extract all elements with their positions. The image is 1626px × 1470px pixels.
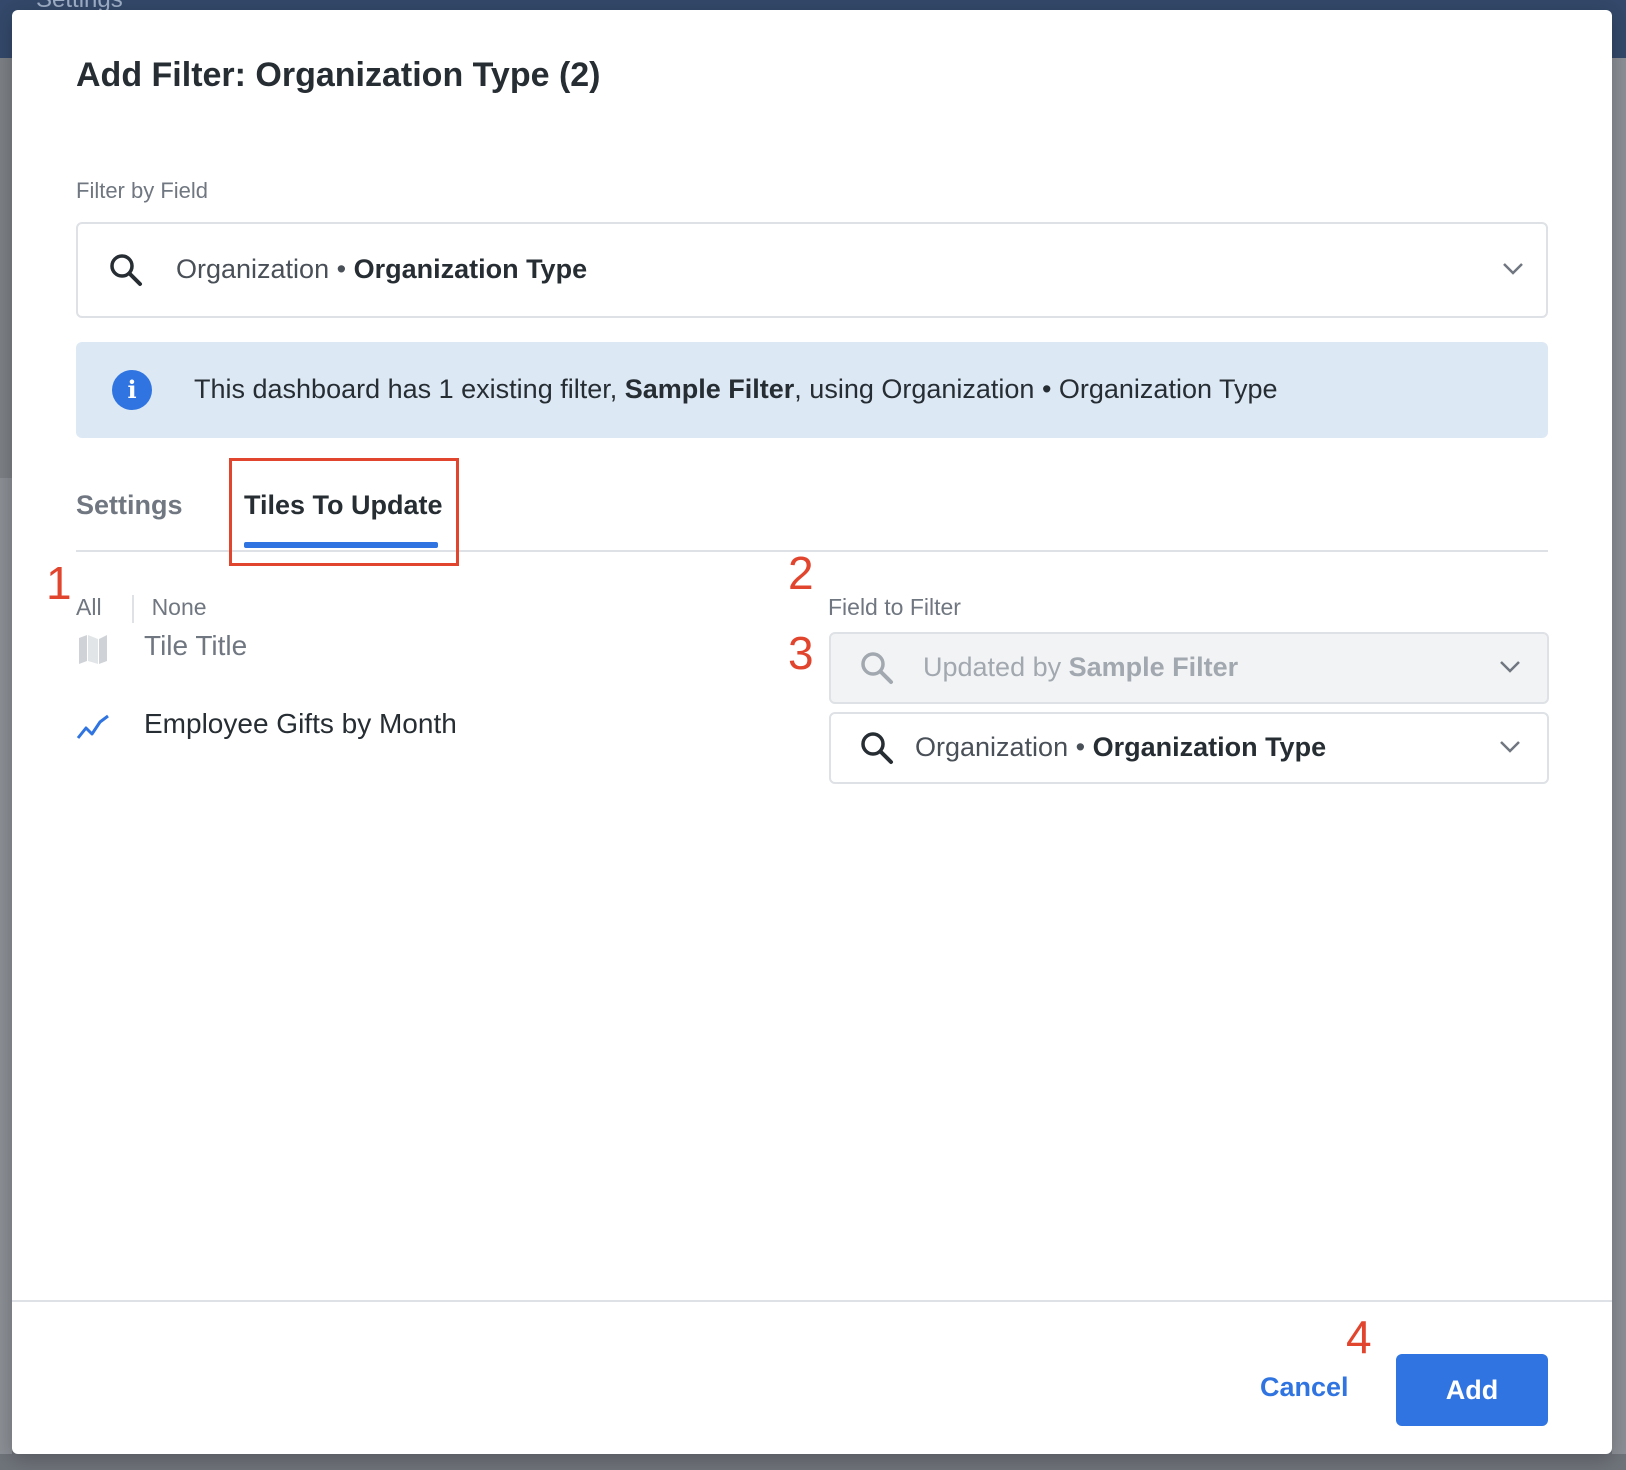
field-prefix: Organization	[915, 732, 1069, 762]
field-separator: •	[329, 254, 354, 284]
annotation-1: 1	[46, 557, 72, 609]
tab-highlight-annotation	[229, 458, 459, 566]
background-right-edge	[1612, 58, 1626, 1470]
background-left-strip	[0, 58, 12, 478]
tile-row[interactable]: Tile Title	[76, 630, 676, 670]
select-all-link[interactable]: All	[76, 594, 102, 620]
field-prefix: Organization	[176, 254, 330, 284]
select-none-link[interactable]: None	[152, 594, 207, 620]
modal-footer: 4 Cancel Add	[12, 1300, 1612, 1454]
modal-title: Add Filter: Organization Type (2)	[76, 56, 601, 94]
filter-by-field-select[interactable]: Organization • Organization Type	[76, 222, 1548, 318]
chevron-down-icon	[1502, 262, 1524, 281]
field-name: Organization Type	[353, 254, 588, 284]
tile-field-value: Updated by Sample Filter	[923, 652, 1238, 683]
search-icon	[859, 730, 895, 771]
chevron-down-icon	[1499, 740, 1521, 759]
annotation-3: 3	[788, 627, 814, 679]
filter-by-field-value: Organization • Organization Type	[176, 254, 587, 285]
annotation-4: 4	[1346, 1311, 1372, 1363]
cancel-button[interactable]: Cancel	[1260, 1372, 1349, 1403]
info-icon: i	[112, 370, 152, 410]
info-filter-name: Sample Filter	[624, 374, 795, 404]
background-bottom-edge	[0, 1454, 1626, 1470]
link-divider	[131, 594, 134, 623]
field-prefix: Updated by	[923, 652, 1069, 682]
annotation-2: 2	[788, 547, 814, 599]
field-name: Sample Filter	[1068, 652, 1239, 682]
tile-row[interactable]: Employee Gifts by Month	[76, 708, 676, 748]
map-icon	[76, 632, 110, 673]
search-icon	[859, 650, 895, 691]
chevron-down-icon	[1499, 660, 1521, 679]
add-filter-modal: Add Filter: Organization Type (2) Filter…	[12, 10, 1612, 1454]
field-name: Organization Type	[1092, 732, 1327, 762]
filter-by-field-label: Filter by Field	[76, 178, 209, 203]
field-separator: •	[1068, 732, 1093, 762]
tile-title: Employee Gifts by Month	[144, 708, 457, 739]
info-text-before: This dashboard has 1 existing filter,	[194, 374, 625, 404]
tile-select-links: All None	[76, 594, 207, 623]
tile-field-select[interactable]: Organization • Organization Type	[829, 712, 1549, 784]
info-text: This dashboard has 1 existing filter, Sa…	[194, 374, 1278, 405]
tile-field-value: Organization • Organization Type	[915, 732, 1326, 763]
tile-title: Tile Title	[144, 630, 248, 661]
tile-field-select-disabled[interactable]: Updated by Sample Filter	[829, 632, 1549, 704]
info-text-after: , using Organization • Organization Type	[794, 374, 1278, 404]
add-button[interactable]: Add	[1396, 1354, 1548, 1426]
tab-settings[interactable]: Settings	[76, 490, 183, 521]
line-chart-icon	[76, 712, 110, 749]
search-icon	[108, 252, 144, 293]
info-message: i This dashboard has 1 existing filter, …	[76, 342, 1548, 438]
field-to-filter-label: Field to Filter	[828, 594, 961, 620]
